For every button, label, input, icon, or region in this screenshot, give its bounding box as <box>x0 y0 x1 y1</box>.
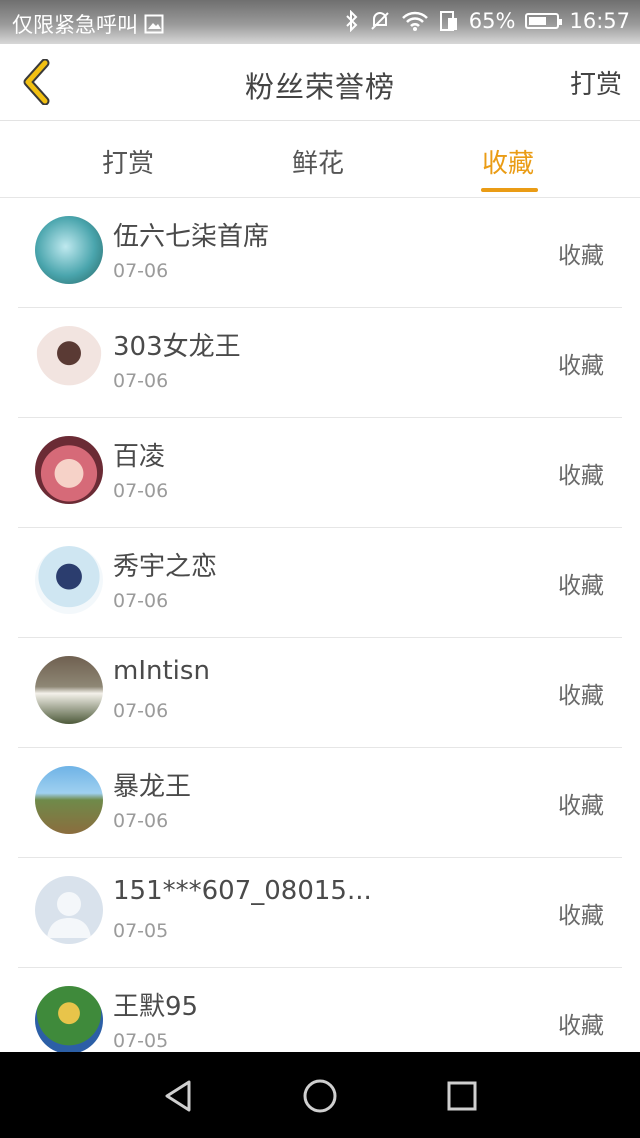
system-nav-bar <box>0 1052 640 1138</box>
fan-name: 伍六七柒首席 <box>113 222 270 252</box>
avatar <box>35 876 103 944</box>
fan-date: 07-06 <box>113 590 169 612</box>
list-item[interactable]: 秀宇之恋 07-06 收藏 <box>0 528 640 638</box>
triangle-back-icon <box>165 1080 191 1112</box>
nav-recents-button[interactable] <box>440 1074 484 1118</box>
battery-percent: 65% <box>468 9 516 33</box>
bluetooth-icon <box>345 10 359 32</box>
fan-name: 151***607_08015... <box>113 876 372 906</box>
fan-date: 07-06 <box>113 810 169 832</box>
fan-name: 百凌 <box>113 442 166 472</box>
avatar <box>35 436 103 504</box>
battery-icon <box>525 13 563 29</box>
fan-type: 收藏 <box>558 793 604 819</box>
tab-active-indicator <box>481 188 538 192</box>
circle-home-icon <box>303 1079 337 1113</box>
fan-name: 王默95 <box>113 992 199 1022</box>
fan-date: 07-06 <box>113 260 169 282</box>
fan-date: 07-05 <box>113 1030 169 1052</box>
fan-list: 伍六七柒首席 07-06 收藏 303女龙王 07-06 收藏 百凌 07-06… <box>0 198 640 1052</box>
tab-bar: 打赏 鲜花 收藏 <box>0 121 640 198</box>
avatar <box>35 986 103 1052</box>
fan-name: mIntisn <box>113 656 210 686</box>
avatar <box>35 216 103 284</box>
list-item[interactable]: 百凌 07-06 收藏 <box>0 418 640 528</box>
reward-button[interactable]: 打赏 <box>570 64 622 101</box>
status-bar: 仅限紧急呼叫 65% 16:57 <box>0 0 640 44</box>
list-item[interactable]: 王默95 07-05 收藏 <box>0 968 640 1052</box>
tab-flowers[interactable]: 鲜花 <box>292 143 344 180</box>
fan-date: 07-06 <box>113 480 169 502</box>
mute-icon <box>369 10 391 32</box>
app-header: 粉丝荣誉榜 打赏 <box>0 44 640 121</box>
fan-type: 收藏 <box>558 903 604 929</box>
avatar <box>35 546 103 614</box>
avatar <box>35 656 103 724</box>
default-avatar-icon <box>47 892 91 938</box>
fan-type: 收藏 <box>558 463 604 489</box>
fan-date: 07-05 <box>113 920 169 942</box>
fan-type: 收藏 <box>558 1013 604 1039</box>
fan-type: 收藏 <box>558 243 604 269</box>
page-title: 粉丝荣誉榜 <box>244 70 395 104</box>
fan-name: 暴龙王 <box>113 772 192 802</box>
sim-icon <box>439 10 459 32</box>
clock: 16:57 <box>569 9 630 33</box>
tab-reward[interactable]: 打赏 <box>102 143 154 180</box>
list-item[interactable]: mIntisn 07-06 收藏 <box>0 638 640 748</box>
fan-type: 收藏 <box>558 683 604 709</box>
tab-favorites[interactable]: 收藏 <box>482 143 534 180</box>
wifi-icon <box>401 10 429 32</box>
list-item[interactable]: 151***607_08015... 07-05 收藏 <box>0 858 640 968</box>
avatar <box>35 766 103 834</box>
nav-back-button[interactable] <box>156 1074 200 1118</box>
fan-name: 秀宇之恋 <box>113 552 218 582</box>
fan-name: 303女龙王 <box>113 332 241 362</box>
fan-date: 07-06 <box>113 370 169 392</box>
fan-type: 收藏 <box>558 573 604 599</box>
fan-date: 07-06 <box>113 700 169 722</box>
nav-home-button[interactable] <box>298 1074 342 1118</box>
list-item[interactable]: 暴龙王 07-06 收藏 <box>0 748 640 858</box>
carrier-text: 仅限紧急呼叫 <box>12 13 138 37</box>
list-item[interactable]: 303女龙王 07-06 收藏 <box>0 308 640 418</box>
image-icon <box>144 14 164 34</box>
list-item[interactable]: 伍六七柒首席 07-06 收藏 <box>0 198 640 308</box>
square-recents-icon <box>447 1081 477 1111</box>
fan-type: 收藏 <box>558 353 604 379</box>
avatar <box>35 326 103 394</box>
